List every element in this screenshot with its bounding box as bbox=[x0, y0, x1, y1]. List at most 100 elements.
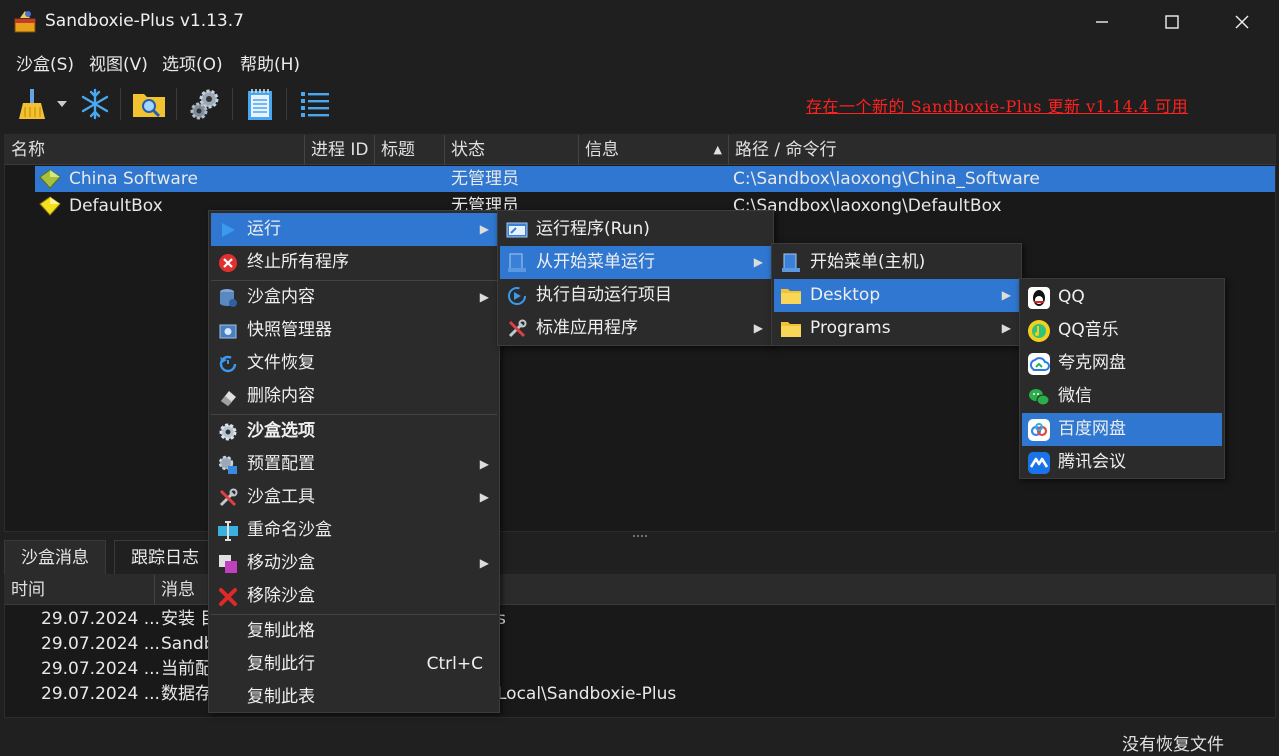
column-info[interactable]: 信息 ▲ bbox=[579, 135, 729, 165]
status-bar: 没有恢复文件 bbox=[0, 724, 1279, 756]
menu-item-label: 快照管理器 bbox=[247, 320, 332, 340]
folder-icon bbox=[780, 285, 802, 307]
menu-item-run[interactable]: 运行 ▶ bbox=[211, 213, 497, 246]
menu-item-label: 重命名沙盒 bbox=[247, 520, 332, 540]
menu-item-box-content[interactable]: 沙盒内容 ▶ bbox=[211, 281, 497, 314]
menu-item-label: 文件恢复 bbox=[247, 353, 315, 373]
menu-item-copy-cell[interactable]: 复制此格 bbox=[211, 615, 497, 648]
menu-options[interactable]: 选项(O) bbox=[162, 50, 223, 75]
minimize-button[interactable] bbox=[1067, 0, 1137, 44]
menu-item-move-box[interactable]: 移动沙盒 ▶ bbox=[211, 547, 497, 580]
notepad-icon[interactable] bbox=[240, 84, 280, 124]
menu-item-standard-apps[interactable]: 标准应用程序 ▶ bbox=[500, 312, 771, 345]
message-log: 时间 消息 29.07.2024 ... 安装 目 s 29.07.2024 .… bbox=[4, 574, 1276, 718]
folder-search-icon[interactable] bbox=[129, 84, 169, 124]
menu-item-run-program[interactable]: 运行程序(Run) bbox=[500, 213, 771, 246]
menu-item-quark-netdisk[interactable]: 夸克网盘 bbox=[1022, 347, 1222, 380]
submenu-arrow-icon: ▶ bbox=[479, 490, 489, 504]
menu-item-wechat[interactable]: 微信 bbox=[1022, 380, 1222, 413]
menu-item-snapshot-manager[interactable]: 快照管理器 bbox=[211, 314, 497, 347]
snowflake-icon[interactable] bbox=[75, 84, 115, 124]
close-button[interactable] bbox=[1207, 0, 1277, 44]
recover-icon bbox=[217, 353, 239, 375]
menu-item-run-from-start-menu[interactable]: 从开始菜单运行 ▶ bbox=[500, 246, 771, 279]
log-header: 时间 消息 bbox=[5, 575, 1275, 605]
log-row[interactable]: 29.07.2024 ... 数据存 Local\Sandboxie-Plus bbox=[5, 682, 1275, 707]
tab-sandbox-messages[interactable]: 沙盒消息 bbox=[4, 540, 106, 574]
log-row[interactable]: 29.07.2024 ... Sandb bbox=[5, 632, 1275, 657]
menu-item-baidu-netdisk[interactable]: 百度网盘 bbox=[1022, 413, 1222, 446]
menu-item-terminate-all[interactable]: 终止所有程序 bbox=[211, 246, 497, 279]
menu-item-label: 沙盒内容 bbox=[247, 287, 315, 307]
column-time[interactable]: 时间 bbox=[5, 575, 155, 605]
log-row[interactable]: 29.07.2024 ... 当前配 bbox=[5, 657, 1275, 682]
submenu-arrow-icon: ▶ bbox=[479, 457, 489, 471]
menu-item-label: 执行自动运行项目 bbox=[536, 285, 672, 305]
menu-item-qq[interactable]: QQ bbox=[1022, 281, 1222, 314]
menu-item-label: 复制此行 bbox=[247, 654, 315, 674]
menu-item-label: 移动沙盒 bbox=[247, 553, 315, 573]
log-row[interactable]: 29.07.2024 ... 安装 目 s bbox=[5, 607, 1275, 632]
column-status[interactable]: 状态 bbox=[445, 135, 579, 165]
toolbar: 存在一个新的 Sandboxie-Plus 更新 v1.14.4 可用 bbox=[0, 76, 1279, 132]
qqmusic-icon bbox=[1028, 320, 1050, 342]
toolbar-separator bbox=[176, 88, 177, 120]
baidu-netdisk-icon bbox=[1028, 419, 1050, 441]
rename-icon bbox=[217, 520, 239, 542]
log-message-tail: Local\Sandboxie-Plus bbox=[497, 684, 677, 704]
column-name[interactable]: 名称 bbox=[5, 135, 305, 165]
menu-item-presets[interactable]: 预置配置 ▶ bbox=[211, 448, 497, 481]
menu-item-box-options[interactable]: 沙盒选项 bbox=[211, 415, 497, 448]
log-message: 数据存 bbox=[161, 684, 212, 704]
maximize-button[interactable] bbox=[1137, 0, 1207, 44]
menu-item-label: 运行 bbox=[247, 219, 281, 239]
menu-item-delete-content[interactable]: 删除内容 bbox=[211, 380, 497, 413]
tools-icon bbox=[217, 487, 239, 509]
broom-icon[interactable] bbox=[12, 84, 52, 124]
column-title[interactable]: 标题 bbox=[375, 135, 445, 165]
menu-item-copy-row[interactable]: 复制此行 Ctrl+C bbox=[211, 648, 497, 681]
column-info-label: 信息 bbox=[585, 140, 619, 160]
menu-sandbox[interactable]: 沙盒(S) bbox=[16, 50, 74, 75]
submenu-arrow-icon: ▶ bbox=[479, 290, 489, 304]
gears-icon[interactable] bbox=[185, 84, 225, 124]
tencent-meeting-icon bbox=[1028, 452, 1050, 474]
tools-icon bbox=[506, 318, 528, 340]
qq-icon bbox=[1028, 287, 1050, 309]
menu-item-label: 夸克网盘 bbox=[1058, 353, 1126, 373]
update-available-link[interactable]: 存在一个新的 Sandboxie-Plus 更新 v1.14.4 可用 bbox=[806, 93, 1188, 117]
menu-item-box-tools[interactable]: 沙盒工具 ▶ bbox=[211, 481, 497, 514]
menu-item-tencent-meeting[interactable]: 腾讯会议 bbox=[1022, 446, 1222, 479]
autorun-icon bbox=[506, 285, 528, 307]
list-icon[interactable] bbox=[295, 84, 335, 124]
menu-item-qq-music[interactable]: QQ音乐 bbox=[1022, 314, 1222, 347]
gear-icon bbox=[217, 421, 239, 443]
splitter-handle[interactable] bbox=[632, 534, 650, 538]
play-icon bbox=[217, 219, 239, 241]
menu-item-copy-table[interactable]: 复制此表 bbox=[211, 681, 497, 714]
menu-item-programs[interactable]: Programs ▶ bbox=[774, 312, 1019, 345]
log-time: 29.07.2024 ... bbox=[41, 659, 160, 679]
chevron-down-icon[interactable] bbox=[50, 84, 74, 124]
tree-row[interactable]: China Software 无管理员 C:\Sandbox\laoxong\C… bbox=[5, 166, 1275, 192]
submenu-arrow-icon: ▶ bbox=[753, 321, 763, 335]
box-name: DefaultBox bbox=[69, 196, 163, 216]
menu-item-host-start-menu[interactable]: 开始菜单(主机) bbox=[774, 246, 1019, 279]
menu-item-remove-box[interactable]: 移除沙盒 bbox=[211, 580, 497, 613]
column-path[interactable]: 路径 / 命令行 bbox=[729, 135, 1275, 165]
menu-item-file-recovery[interactable]: 文件恢复 bbox=[211, 347, 497, 380]
menu-item-label: 腾讯会议 bbox=[1058, 452, 1126, 472]
column-pid[interactable]: 进程 ID bbox=[305, 135, 375, 165]
menu-help[interactable]: 帮助(H) bbox=[240, 50, 300, 75]
menu-view[interactable]: 视图(V) bbox=[89, 50, 148, 75]
tab-trace-log[interactable]: 跟踪日志 bbox=[114, 540, 216, 574]
tree-header: 名称 进程 ID 标题 状态 信息 ▲ 路径 / 命令行 bbox=[5, 135, 1275, 165]
box-name: China Software bbox=[69, 169, 198, 189]
submenu-arrow-icon: ▶ bbox=[479, 556, 489, 570]
menu-item-label: 开始菜单(主机) bbox=[810, 252, 926, 272]
menu-item-label: 终止所有程序 bbox=[247, 252, 349, 272]
menu-item-autorun[interactable]: 执行自动运行项目 bbox=[500, 279, 771, 312]
menu-item-desktop[interactable]: Desktop ▶ bbox=[774, 279, 1019, 312]
menu-item-rename-box[interactable]: 重命名沙盒 bbox=[211, 514, 497, 547]
menu-item-label: 复制此表 bbox=[247, 687, 315, 707]
